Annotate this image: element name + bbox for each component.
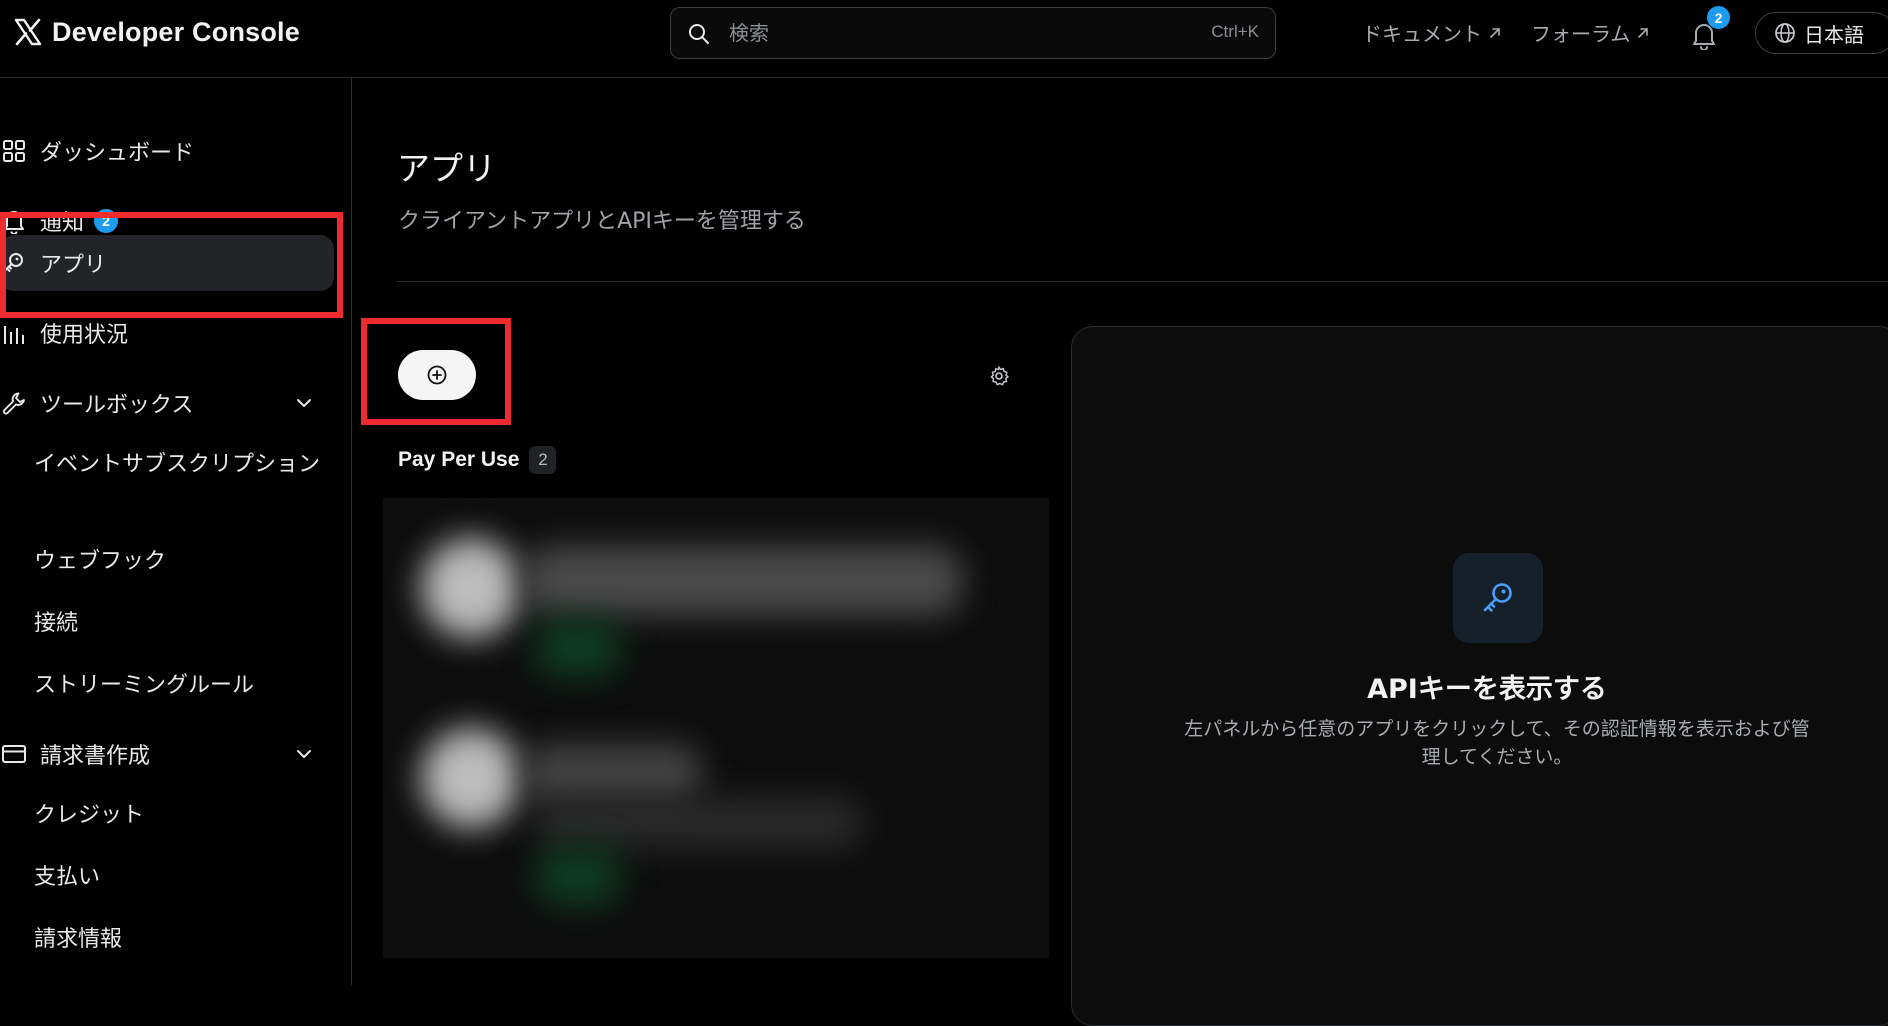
globe-icon: [1775, 23, 1795, 43]
app-avatar-blurred: [421, 728, 521, 828]
app-avatar-blurred: [421, 538, 521, 638]
notification-badge: 2: [94, 209, 119, 233]
sidebar-subitem-webhooks[interactable]: ウェブフック: [34, 545, 324, 579]
search-input[interactable]: [727, 16, 1167, 50]
app-list-item[interactable]: [383, 728, 1049, 958]
language-label: 日本語: [1804, 22, 1864, 47]
sidebar: ダッシュボード 通知 2 アプリ 使用状況 ツールボックス イベントサブスクリプ…: [0, 78, 352, 985]
gear-icon[interactable]: [988, 365, 1010, 387]
docs-link-label: ドキュメント: [1362, 22, 1482, 46]
plus-circle-icon: [427, 365, 447, 385]
app-group-header: Pay Per Use 2: [398, 446, 557, 474]
grid-icon: [3, 140, 25, 162]
sidebar-subitem-payments[interactable]: 支払い: [34, 861, 324, 895]
language-selector[interactable]: 日本語: [1755, 12, 1888, 54]
key-icon: [4, 253, 23, 272]
app-name-blurred: [523, 546, 963, 616]
credit-card-icon: [2, 745, 26, 763]
chevron-down-icon[interactable]: [294, 744, 314, 764]
search-box[interactable]: Ctrl+K: [670, 7, 1276, 59]
detail-panel: APIキーを表示する 左パネルから任意のアプリをクリックして、その認証情報を表示…: [1071, 326, 1888, 1026]
brand-name: Developer Console: [52, 16, 300, 47]
sidebar-item-apps[interactable]: アプリ: [0, 235, 334, 291]
bell-icon: [4, 211, 24, 234]
sidebar-subitem-credits[interactable]: クレジット: [34, 799, 324, 833]
app-group-label: Pay Per Use: [398, 448, 520, 471]
brand[interactable]: Developer Console: [12, 16, 300, 48]
search-icon: [689, 24, 709, 44]
page-title: アプリ: [397, 149, 496, 188]
notifications-button[interactable]: 2: [1690, 6, 1730, 50]
wrench-icon: [3, 392, 25, 415]
sidebar-item-billing[interactable]: 請求書作成: [0, 726, 334, 782]
external-link-icon: [1638, 27, 1649, 38]
detail-title: APIキーを表示する: [1367, 674, 1607, 705]
page-subtitle: クライアントアプリとAPIキーを管理する: [398, 209, 806, 234]
app-list: [383, 498, 1049, 958]
sidebar-subitem-streaming-rules[interactable]: ストリーミングルール: [34, 669, 324, 703]
app-list-item[interactable]: [383, 498, 1049, 728]
chevron-down-icon[interactable]: [294, 393, 314, 413]
detail-description: 左パネルから任意のアプリをクリックして、その認証情報を表示および管理してください…: [1184, 718, 1810, 768]
app-group-count: 2: [529, 446, 557, 474]
app-status-blurred: [533, 618, 623, 678]
sidebar-subitem-billing-info[interactable]: 請求情報: [34, 923, 324, 957]
app-description-blurred: [533, 798, 863, 848]
sidebar-subitem-event-subscriptions[interactable]: イベントサブスクリプション: [34, 448, 324, 482]
search-shortcut: Ctrl+K: [1211, 22, 1259, 41]
sidebar-item-toolbox[interactable]: ツールボックス: [0, 375, 334, 431]
sidebar-item-label: 使用状況: [40, 323, 129, 348]
create-app-button[interactable]: [398, 350, 476, 400]
sidebar-item-label: ダッシュボード: [40, 141, 195, 166]
app-name-blurred: [523, 744, 703, 804]
detail-icon-tile: [1453, 553, 1543, 643]
forum-link[interactable]: フォーラム: [1531, 18, 1650, 47]
external-link-icon: [1490, 27, 1500, 38]
sidebar-item-label: 請求書作成: [40, 744, 151, 769]
key-icon: [1483, 583, 1512, 612]
bar-chart-icon: [4, 326, 24, 344]
forum-link-label: フォーラム: [1531, 22, 1631, 46]
sidebar-item-label: 通知: [40, 211, 85, 236]
x-logo-icon: [14, 18, 42, 46]
sidebar-subitem-connections[interactable]: 接続: [34, 607, 324, 641]
sidebar-item-label: ツールボックス: [40, 393, 194, 418]
top-bar: Developer Console Ctrl+K ドキュメント フォーラム 2: [0, 0, 1888, 78]
sidebar-item-usage[interactable]: 使用状況: [0, 305, 334, 361]
sidebar-item-dashboard[interactable]: ダッシュボード: [0, 123, 334, 179]
app-status-blurred: [533, 846, 623, 906]
notification-badge: 2: [1707, 6, 1730, 29]
divider: [397, 281, 1888, 282]
sidebar-item-label: アプリ: [40, 253, 107, 278]
docs-link[interactable]: ドキュメント: [1362, 18, 1502, 47]
